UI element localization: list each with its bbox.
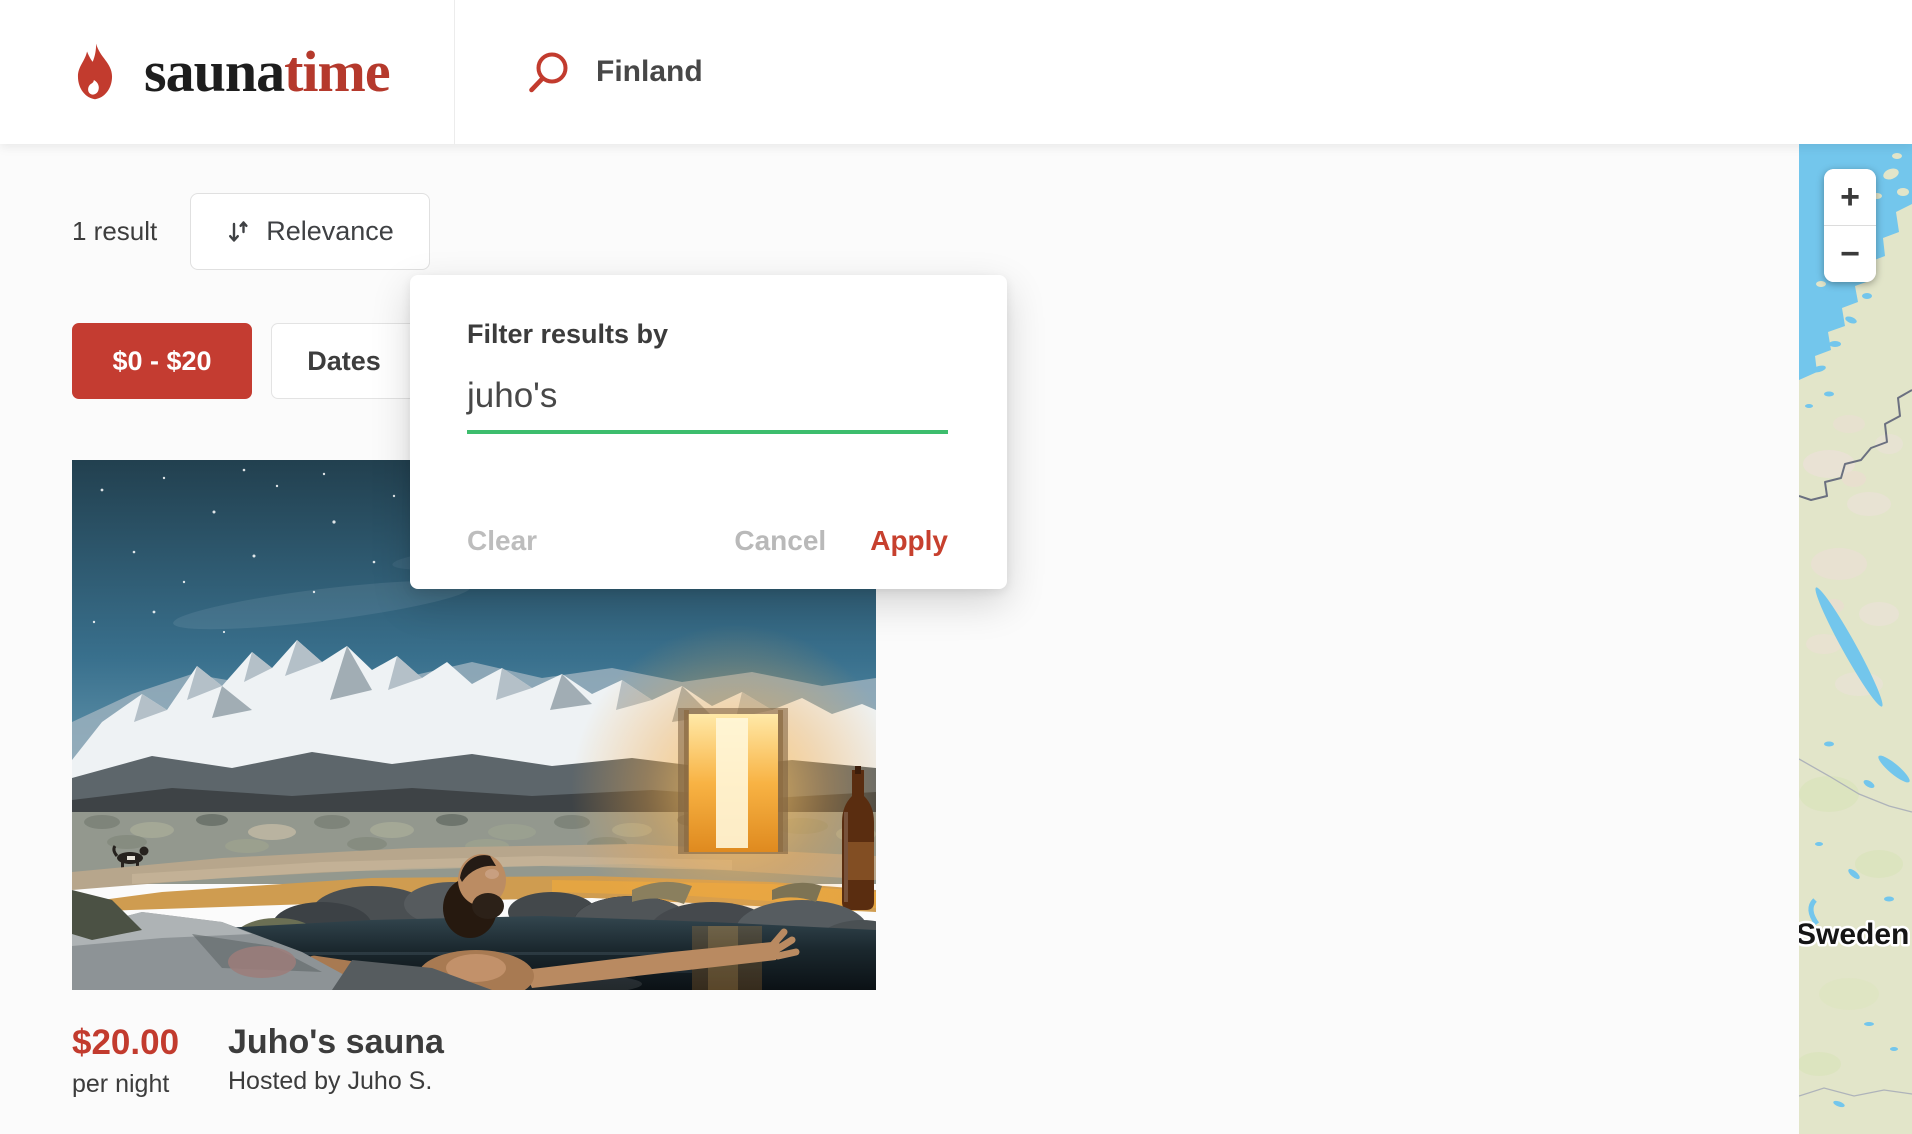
map-canvas: Sweden: [1799, 144, 1912, 1134]
flame-icon: [70, 42, 120, 102]
map-label-sweden: Sweden: [1799, 918, 1909, 951]
filter-chip-price[interactable]: $0 - $20: [72, 323, 252, 399]
filter-text-input[interactable]: juho's: [467, 376, 948, 434]
search-icon: [524, 47, 574, 97]
header: saunatime Finland: [0, 0, 1912, 144]
search-bar[interactable]: Finland: [524, 0, 703, 144]
map-zoom-control: + −: [1824, 169, 1876, 282]
brand-time: time: [284, 39, 390, 104]
listing-price-unit: per night: [72, 1070, 228, 1099]
results-count: 1 result: [72, 193, 157, 270]
map[interactable]: Sweden + −: [1799, 144, 1912, 1134]
sort-button[interactable]: Relevance: [190, 193, 430, 270]
brand-wordmark: saunatime: [144, 43, 390, 101]
sort-icon: [226, 219, 252, 245]
search-location[interactable]: Finland: [596, 55, 703, 89]
brand-sauna: sauna: [144, 39, 284, 104]
cancel-button[interactable]: Cancel: [734, 525, 826, 557]
filter-chip-dates[interactable]: Dates: [271, 323, 417, 399]
map-zoom-in-button[interactable]: +: [1824, 169, 1876, 225]
sort-button-label: Relevance: [266, 216, 394, 247]
listing-title[interactable]: Juho's sauna: [228, 1024, 444, 1061]
logo[interactable]: saunatime: [0, 0, 455, 144]
clear-button[interactable]: Clear: [467, 525, 537, 557]
listing-info[interactable]: $20.00 per night Juho's sauna Hosted by …: [72, 1024, 444, 1099]
filter-input-value[interactable]: juho's: [467, 376, 557, 415]
filter-popup-actions: Clear Cancel Apply: [467, 525, 948, 557]
apply-button[interactable]: Apply: [870, 525, 948, 557]
filter-popup: Filter results by juho's Clear Cancel Ap…: [410, 275, 1007, 589]
filter-popup-title: Filter results by: [467, 319, 948, 350]
listing-host: Hosted by Juho S.: [228, 1067, 444, 1096]
map-zoom-out-button[interactable]: −: [1824, 226, 1876, 282]
listing-price: $20.00: [72, 1024, 228, 1063]
